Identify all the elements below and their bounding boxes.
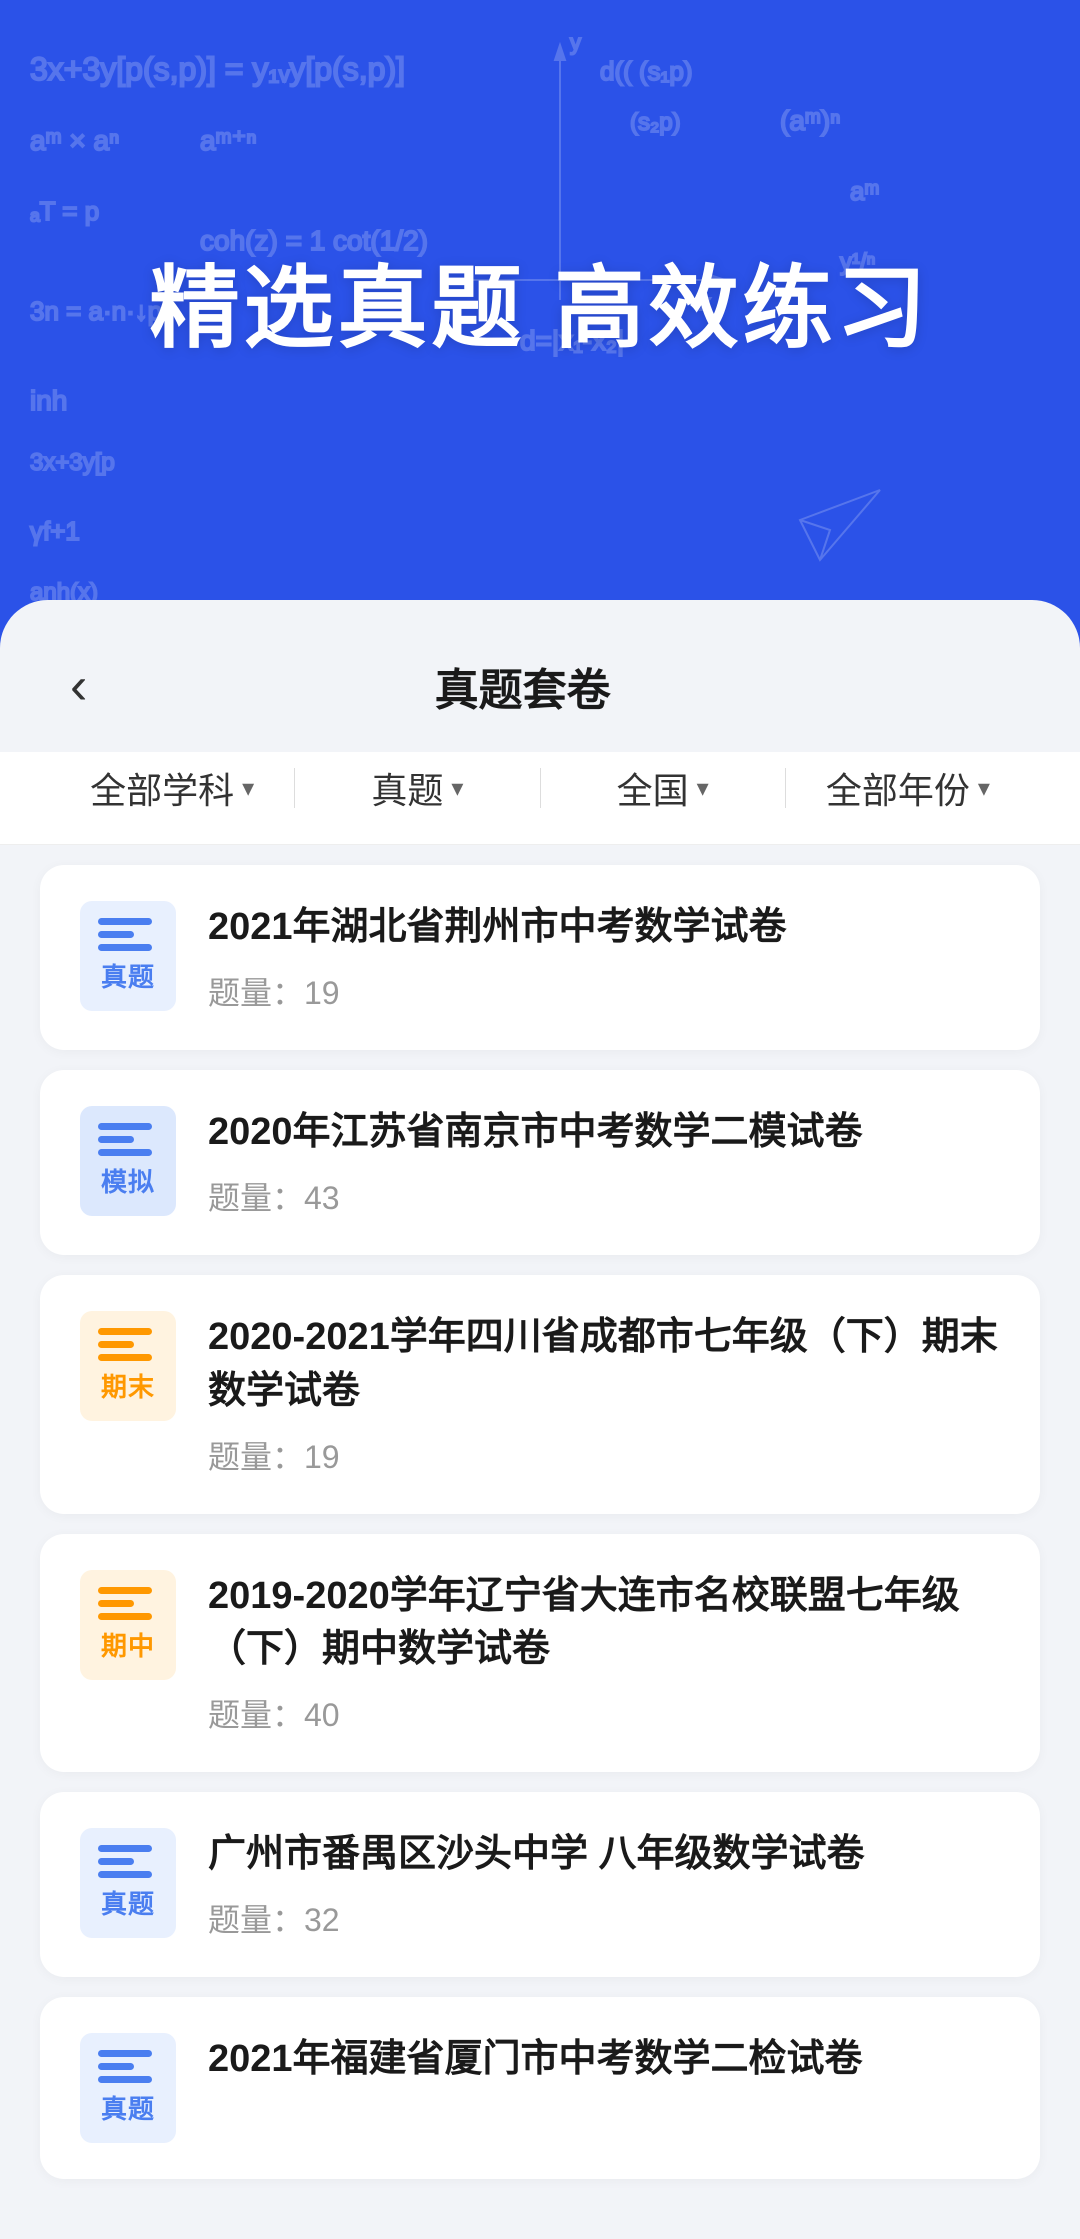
exam-content: 2020-2021学年四川省成都市七年级（下）期末数学试卷 题量：19 [208, 1311, 1000, 1477]
exam-content: 2020年江苏省南京市中考数学二模试卷 题量：43 [208, 1106, 1000, 1219]
list-item[interactable]: 真题 广州市番禺区沙头中学 八年级数学试卷 题量：32 [40, 1792, 1040, 1977]
exam-content: 2021年湖北省荆州市中考数学试卷 题量：19 [208, 901, 1000, 1014]
main-card: ‹ 真题套卷 全部学科 ▾ 真题 ▾ 全国 ▾ 全部年份 ▾ [0, 600, 1080, 2239]
hero-title: 精选真题 高效练习 [149, 235, 930, 365]
badge-label: 真题 [101, 957, 155, 994]
exam-title: 2021年福建省厦门市中考数学二检试卷 [208, 2033, 1000, 2086]
exam-title: 2021年湖北省荆州市中考数学试卷 [208, 901, 1000, 954]
exam-list: 真题 2021年湖北省荆州市中考数学试卷 题量：19 模拟 2020年江苏省南京… [0, 865, 1080, 2179]
back-button[interactable]: ‹ [60, 650, 97, 722]
exam-type-badge: 真题 [80, 901, 176, 1011]
exam-title: 2020年江苏省南京市中考数学二模试卷 [208, 1106, 1000, 1159]
page-title: 真题套卷 [97, 654, 948, 718]
hero-section: 精选真题 高效练习 [0, 0, 1080, 600]
badge-label: 真题 [101, 1884, 155, 1921]
exam-title: 2019-2020学年辽宁省大连市名校联盟七年级（下）期中数学试卷 [208, 1570, 1000, 1676]
list-item[interactable]: 真题 2021年湖北省荆州市中考数学试卷 题量：19 [40, 865, 1040, 1050]
exam-count: 题量：19 [208, 968, 1000, 1014]
list-item[interactable]: 模拟 2020年江苏省南京市中考数学二模试卷 题量：43 [40, 1070, 1040, 1255]
chevron-down-icon: ▾ [697, 774, 709, 803]
filter-type[interactable]: 真题 ▾ [295, 762, 539, 814]
badge-label: 模拟 [101, 1162, 155, 1199]
exam-content: 广州市番禺区沙头中学 八年级数学试卷 题量：32 [208, 1828, 1000, 1941]
exam-count: 题量：19 [208, 1432, 1000, 1478]
filter-region[interactable]: 全国 ▾ [541, 762, 785, 814]
list-item[interactable]: 期末 2020-2021学年四川省成都市七年级（下）期末数学试卷 题量：19 [40, 1275, 1040, 1513]
list-item[interactable]: 真题 2021年福建省厦门市中考数学二检试卷 [40, 1997, 1040, 2179]
filter-bar: 全部学科 ▾ 真题 ▾ 全国 ▾ 全部年份 ▾ [0, 752, 1080, 845]
filter-year[interactable]: 全部年份 ▾ [786, 762, 1030, 814]
exam-title: 2020-2021学年四川省成都市七年级（下）期末数学试卷 [208, 1311, 1000, 1417]
exam-type-badge: 模拟 [80, 1106, 176, 1216]
filter-subject[interactable]: 全部学科 ▾ [50, 762, 294, 814]
exam-type-badge: 真题 [80, 2033, 176, 2143]
chevron-down-icon: ▾ [242, 774, 254, 803]
badge-label: 真题 [101, 2089, 155, 2126]
exam-title: 广州市番禺区沙头中学 八年级数学试卷 [208, 1828, 1000, 1881]
chevron-down-icon: ▾ [978, 774, 990, 803]
exam-type-badge: 期中 [80, 1570, 176, 1680]
exam-count: 题量：43 [208, 1173, 1000, 1219]
list-item[interactable]: 期中 2019-2020学年辽宁省大连市名校联盟七年级（下）期中数学试卷 题量：… [40, 1534, 1040, 1772]
exam-type-badge: 期末 [80, 1311, 176, 1421]
card-header: ‹ 真题套卷 [0, 600, 1080, 752]
badge-label: 期中 [101, 1626, 155, 1663]
exam-content: 2019-2020学年辽宁省大连市名校联盟七年级（下）期中数学试卷 题量：40 [208, 1570, 1000, 1736]
exam-count: 题量：32 [208, 1895, 1000, 1941]
badge-label: 期末 [101, 1367, 155, 1404]
exam-type-badge: 真题 [80, 1828, 176, 1938]
exam-count: 题量：40 [208, 1690, 1000, 1736]
exam-content: 2021年福建省厦门市中考数学二检试卷 [208, 2033, 1000, 2100]
chevron-down-icon: ▾ [451, 774, 463, 803]
